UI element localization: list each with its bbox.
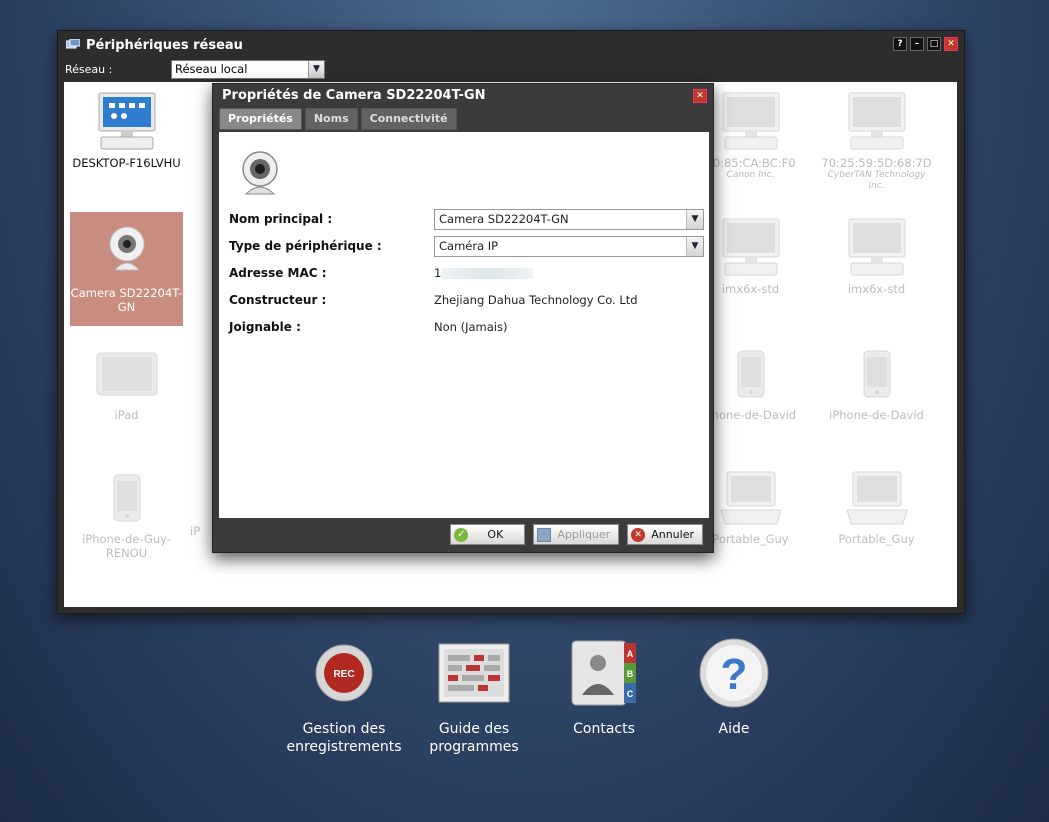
maker-value: Zhejiang Dahua Technology Co. Ltd bbox=[434, 293, 638, 307]
device-item[interactable]: 70:25:59:5D:68:7D CyberTAN Technology In… bbox=[820, 88, 933, 206]
device-vendor: CyberTAN Technology Inc. bbox=[827, 170, 926, 191]
mac-redacted bbox=[441, 268, 534, 279]
dock-recordings[interactable]: REC Gestion des enregistrements bbox=[279, 636, 409, 756]
dock-label: Gestion des bbox=[302, 721, 386, 737]
window-title-text: Périphériques réseau bbox=[86, 37, 243, 53]
network-label: Réseau : bbox=[65, 63, 113, 76]
device-item[interactable]: iPad bbox=[70, 340, 183, 430]
dock-label: enregistrements bbox=[286, 739, 402, 755]
desktop-icon bbox=[70, 88, 183, 156]
minimize-button[interactable]: – bbox=[910, 37, 924, 51]
device-type-value: Caméra IP bbox=[439, 239, 499, 253]
main-name-value: Camera SD22204T-GN bbox=[439, 212, 569, 226]
device-item[interactable]: imx6x-std bbox=[820, 214, 933, 314]
tab-names[interactable]: Noms bbox=[304, 108, 358, 130]
dialog-tabs: Propriétés Noms Connectivité bbox=[219, 108, 457, 130]
device-type-select[interactable]: Caméra IP ▼ bbox=[434, 236, 704, 257]
window-title: Périphériques réseau bbox=[66, 36, 243, 54]
laptop-icon bbox=[820, 464, 933, 532]
reachable-value: Non (Jamais) bbox=[434, 320, 508, 334]
main-name-select[interactable]: Camera SD22204T-GN ▼ bbox=[434, 209, 704, 230]
network-select[interactable]: Réseau local ▼ bbox=[171, 60, 325, 79]
dock-label: Aide bbox=[718, 721, 750, 737]
chevron-down-icon[interactable]: ▼ bbox=[686, 237, 703, 256]
contacts-letter-b: B bbox=[627, 669, 634, 679]
device-name: 70:25:59:5D:68:7D bbox=[821, 156, 932, 170]
contacts-icon: A B C bbox=[539, 636, 669, 710]
device-name: imx6x-std bbox=[847, 282, 906, 296]
webcam-icon bbox=[242, 151, 278, 195]
reachable-label: Joignable : bbox=[229, 320, 301, 334]
cancel-label: Annuler bbox=[651, 528, 694, 541]
rec-icon: REC bbox=[279, 636, 409, 710]
webcam-icon bbox=[70, 212, 183, 286]
chevron-down-icon[interactable]: ▼ bbox=[686, 210, 703, 229]
dialog-buttons: ✓ OK Appliquer ✕ Annuler bbox=[450, 524, 703, 545]
cancel-icon: ✕ bbox=[631, 527, 646, 542]
desktop-icon bbox=[820, 88, 933, 156]
device-item[interactable]: Portable_Guy bbox=[820, 464, 933, 564]
device-item[interactable]: DESKTOP-F16LVHU bbox=[70, 88, 183, 206]
contacts-letter-a: A bbox=[627, 649, 634, 659]
window-controls: ? – □ ✕ bbox=[893, 37, 958, 51]
dialog-body: Nom principal : Camera SD22204T-GN ▼ Typ… bbox=[219, 132, 709, 518]
phone-icon bbox=[820, 340, 933, 408]
dock-program-guide[interactable]: Guide des programmes bbox=[409, 636, 539, 756]
dock-help[interactable]: ? Aide bbox=[669, 636, 799, 738]
help-glyph: ? bbox=[721, 650, 748, 699]
phone-icon bbox=[70, 464, 183, 532]
rec-badge: REC bbox=[333, 669, 354, 680]
maker-label: Constructeur : bbox=[229, 293, 327, 307]
contacts-letter-c: C bbox=[627, 689, 634, 699]
device-name: iPhone-de-David bbox=[829, 408, 924, 422]
check-icon: ✓ bbox=[454, 527, 469, 542]
device-name: iPhone-de-Guy-RENOU bbox=[82, 532, 171, 560]
tab-connectivity[interactable]: Connectivité bbox=[360, 108, 457, 130]
close-button[interactable]: ✕ bbox=[944, 37, 958, 51]
dialog-title: Propriétés de Camera SD22204T-GN bbox=[222, 88, 486, 103]
mac-label: Adresse MAC : bbox=[229, 266, 327, 280]
dock-contacts[interactable]: A B C Contacts bbox=[539, 636, 669, 738]
program-guide-icon bbox=[409, 636, 539, 710]
mac-value: 1 bbox=[434, 266, 534, 280]
mac-visible-digit: 1 bbox=[434, 266, 442, 280]
device-name: iPad bbox=[114, 408, 139, 422]
device-item-selected[interactable]: Camera SD22204T-GN bbox=[70, 212, 183, 326]
help-icon: ? bbox=[669, 636, 799, 710]
ok-button[interactable]: ✓ OK bbox=[450, 524, 526, 545]
apply-button[interactable]: Appliquer bbox=[533, 524, 620, 545]
desktop-icon bbox=[820, 214, 933, 282]
chevron-down-icon[interactable]: ▼ bbox=[308, 61, 324, 78]
device-name: Camera SD22204T-GN bbox=[70, 286, 183, 314]
main-name-label: Nom principal : bbox=[229, 212, 333, 226]
device-item[interactable]: iPhone-de-David bbox=[820, 340, 933, 430]
maximize-button[interactable]: □ bbox=[927, 37, 941, 51]
dialog-close-button[interactable]: ✕ bbox=[693, 89, 707, 103]
dock-label: programmes bbox=[429, 739, 519, 755]
ok-label: OK bbox=[487, 528, 504, 541]
tab-properties[interactable]: Propriétés bbox=[219, 108, 302, 130]
help-button[interactable]: ? bbox=[893, 37, 907, 51]
tablet-icon bbox=[70, 340, 183, 408]
device-item[interactable]: iPhone-de-Guy-RENOU bbox=[70, 464, 183, 564]
save-icon bbox=[537, 527, 552, 542]
properties-dialog: Propriétés de Camera SD22204T-GN ✕ Propr… bbox=[212, 83, 714, 553]
device-type-label: Type de périphérique : bbox=[229, 239, 382, 253]
dock-label: Contacts bbox=[573, 721, 635, 737]
network-select-value: Réseau local bbox=[175, 62, 248, 76]
network-devices-icon bbox=[66, 39, 80, 49]
device-name: Portable_Guy bbox=[838, 532, 915, 546]
apply-label: Appliquer bbox=[557, 528, 611, 541]
cancel-button[interactable]: ✕ Annuler bbox=[627, 524, 703, 545]
dock-label: Guide des bbox=[438, 721, 510, 737]
device-name: DESKTOP-F16LVHU bbox=[72, 156, 181, 170]
